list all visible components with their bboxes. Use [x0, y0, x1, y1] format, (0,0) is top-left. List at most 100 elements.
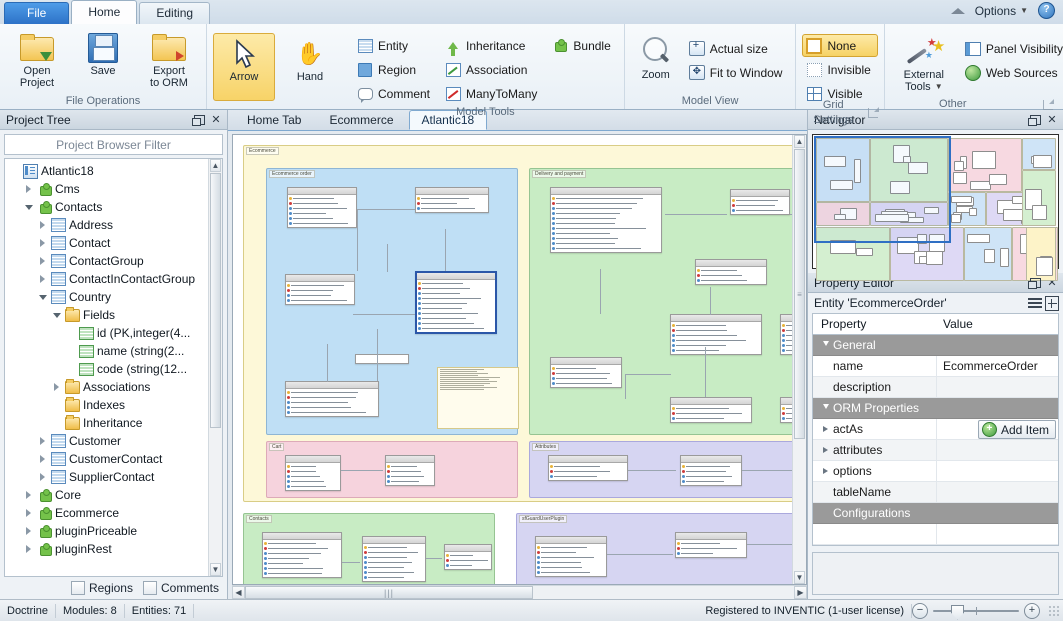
group-collapse-icon[interactable]: [821, 404, 830, 413]
entity-contact[interactable]: [262, 532, 342, 578]
entity-ecommerce-order-item[interactable]: [285, 381, 379, 417]
tree-item[interactable]: Contact: [9, 234, 208, 252]
tree-item[interactable]: Ecommerce: [9, 504, 208, 522]
tree-twisty-expanded-icon[interactable]: [23, 202, 34, 213]
arrow-tool-button[interactable]: Arrow: [213, 33, 275, 101]
manytomany-tool-button[interactable]: ManyToMany: [441, 82, 544, 105]
property-row[interactable]: [813, 524, 1058, 545]
property-expand-icon[interactable]: [821, 467, 830, 476]
web-sources-button[interactable]: Web Sources ▼: [961, 61, 1063, 84]
region-cart[interactable]: Cart: [266, 441, 518, 498]
help-icon[interactable]: ?: [1038, 2, 1055, 19]
tree-item[interactable]: CustomerContact: [9, 450, 208, 468]
zoom-out-button[interactable]: −: [912, 603, 928, 619]
tree-twisty-collapsed-icon[interactable]: [37, 274, 48, 285]
canvas-scroll-right-arrow-icon[interactable]: ▶: [794, 586, 807, 599]
tree-twisty-collapsed-icon[interactable]: [37, 238, 48, 249]
comments-checkbox[interactable]: Comments: [143, 581, 219, 595]
ribbon-tab-home[interactable]: Home: [71, 0, 137, 24]
tree-item[interactable]: Country: [9, 288, 208, 306]
property-expand-icon[interactable]: [821, 446, 830, 455]
tree-item[interactable]: ContactGroup: [9, 252, 208, 270]
tree-item[interactable]: SupplierContact: [9, 468, 208, 486]
tree-twisty-collapsed-icon[interactable]: [37, 256, 48, 267]
property-row[interactable]: description: [813, 377, 1058, 398]
tree-item[interactable]: Cms: [9, 180, 208, 198]
entity-delivery-for-payment[interactable]: [730, 189, 790, 215]
relation-label[interactable]: [355, 354, 409, 364]
region-contacts[interactable]: Contacts: [243, 513, 495, 584]
property-row[interactable]: actAs+Add Item: [813, 419, 1058, 440]
canvas-scroll-thumb[interactable]: ≡: [794, 149, 805, 439]
ribbon-tab-editing[interactable]: Editing: [139, 2, 210, 24]
property-row[interactable]: options: [813, 461, 1058, 482]
navigator-viewport[interactable]: [814, 136, 951, 243]
canvas-horizontal-scrollbar[interactable]: ◀ ||| ▶: [232, 585, 807, 599]
tree-item[interactable]: id (PK,integer(4...: [9, 324, 208, 342]
tree-item[interactable]: Core: [9, 486, 208, 504]
tree-item[interactable]: code (string(12...: [9, 360, 208, 378]
grid-none-button[interactable]: None: [802, 34, 877, 57]
region-root[interactable]: EcommerceEcommerce order Delivery and pa…: [243, 145, 792, 502]
sort-properties-button[interactable]: [1028, 296, 1042, 310]
tree-item[interactable]: Address: [9, 216, 208, 234]
region-tool-button[interactable]: Region: [353, 58, 437, 81]
tree-twisty-expanded-icon[interactable]: [37, 292, 48, 303]
tree-item[interactable]: pluginRest: [9, 540, 208, 558]
external-tools-button[interactable]: ★ ★ ★ External Tools ▼: [891, 31, 957, 97]
scroll-down-arrow-icon[interactable]: ▼: [210, 563, 221, 576]
panel-visibility-button[interactable]: Panel Visibility ▼: [961, 37, 1063, 60]
entity-ecommerce-order-field-change[interactable]: [415, 187, 489, 213]
tree-item[interactable]: name (string(2...: [9, 342, 208, 360]
zoom-in-button[interactable]: +: [1024, 603, 1040, 619]
tree-twisty-collapsed-icon[interactable]: [37, 472, 48, 483]
tree-twisty-collapsed-icon[interactable]: [23, 184, 34, 195]
navigator-float-button[interactable]: [1028, 113, 1042, 127]
entity-product-attribute-value[interactable]: [548, 455, 628, 481]
canvas-vertical-scrollbar[interactable]: ▲ ≡ ▼: [792, 135, 806, 584]
tree-item[interactable]: Customer: [9, 432, 208, 450]
scroll-thumb[interactable]: [210, 173, 221, 428]
project-browser-filter-input[interactable]: Project Browser Filter: [4, 134, 223, 155]
entity-address[interactable]: [362, 536, 426, 582]
hand-tool-button[interactable]: ✋ Hand: [279, 33, 341, 101]
entity-cart-item[interactable]: [285, 455, 341, 491]
scroll-up-arrow-icon[interactable]: ▲: [210, 159, 221, 172]
property-row[interactable]: attributes: [813, 440, 1058, 461]
tree-twisty-collapsed-icon[interactable]: [23, 508, 34, 519]
tree-item[interactable]: Atlantic18: [9, 162, 208, 180]
entity-sf-guard-user-group[interactable]: [675, 532, 747, 558]
property-expand-icon[interactable]: [821, 425, 830, 434]
project-tree-float-button[interactable]: [192, 113, 206, 127]
property-table[interactable]: PropertyValueGeneralnameEcommerceOrderde…: [812, 313, 1059, 546]
entity-tool-button[interactable]: Entity: [353, 34, 437, 57]
property-row[interactable]: tableName: [813, 482, 1058, 503]
canvas-scroll-down-arrow-icon[interactable]: ▼: [794, 571, 805, 584]
entity-payment-method[interactable]: [670, 314, 762, 355]
property-row[interactable]: nameEcommerceOrder: [813, 356, 1058, 377]
tree-twisty-expanded-icon[interactable]: [51, 310, 62, 321]
entity-country[interactable]: [444, 544, 492, 570]
entity-payment-method-pricing[interactable]: [550, 357, 622, 388]
diagram-canvas[interactable]: EcommerceEcommerce order Delivery and pa…: [233, 135, 792, 584]
fit-to-window-button[interactable]: ✥ Fit to Window: [685, 61, 790, 84]
zoom-button[interactable]: Zoom: [631, 31, 681, 85]
ribbon-tab-file[interactable]: File: [4, 2, 69, 24]
region-ecommerce-order[interactable]: Ecommerce order: [266, 168, 518, 435]
entity-delivery-method-available-country[interactable]: [780, 397, 792, 423]
tree-item[interactable]: Contacts: [9, 198, 208, 216]
region-delivery-payment[interactable]: Delivery and payment: [529, 168, 792, 435]
entity-payment[interactable]: [550, 187, 662, 253]
project-tree-list[interactable]: Atlantic18CmsContactsAddressContactConta…: [5, 159, 208, 576]
open-project-button[interactable]: Open Project: [6, 27, 68, 93]
regions-checkbox[interactable]: Regions: [71, 581, 133, 595]
zoom-slider-control[interactable]: − +: [912, 603, 1046, 619]
save-button[interactable]: Save: [72, 27, 134, 81]
options-button[interactable]: Options ▼: [975, 4, 1028, 18]
bundle-tool-button[interactable]: Bundle: [548, 34, 617, 57]
zoom-slider-thumb[interactable]: [951, 605, 964, 620]
actual-size-button[interactable]: Actual size: [685, 37, 790, 60]
zoom-slider-track[interactable]: [933, 604, 1019, 618]
expand-all-button[interactable]: [1045, 296, 1059, 310]
grid-invisible-button[interactable]: Invisible: [802, 58, 877, 81]
